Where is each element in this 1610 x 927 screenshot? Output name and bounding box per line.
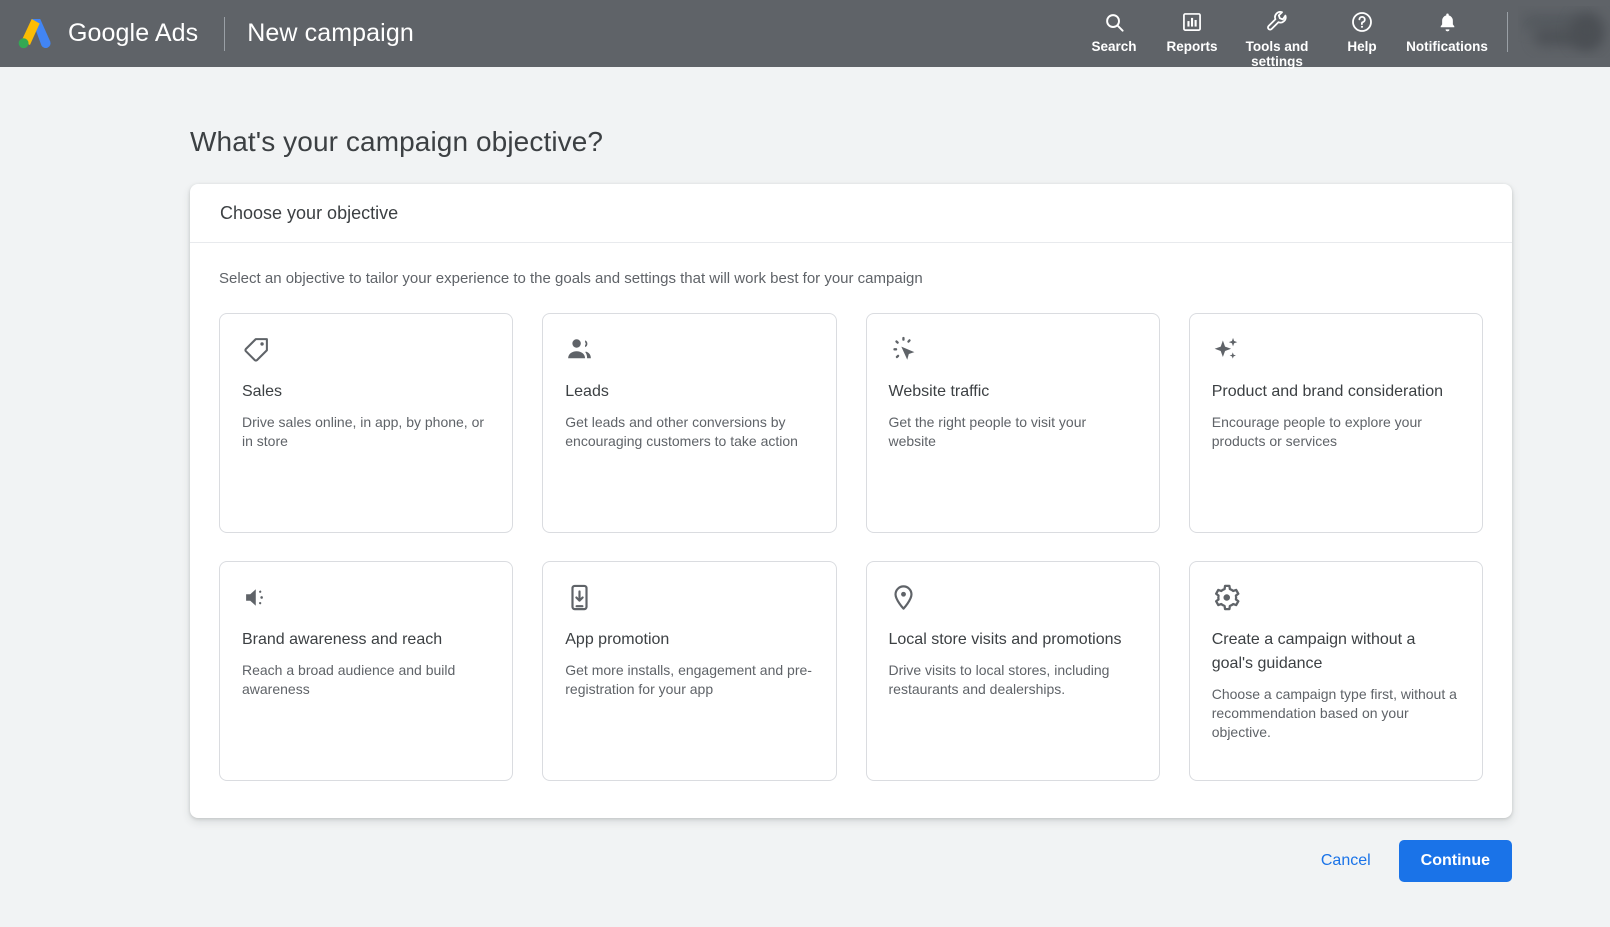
cancel-button[interactable]: Cancel [1305, 842, 1387, 880]
objective-card-description: Get leads and other conversions by encou… [565, 414, 798, 449]
objective-card-local-store-visits[interactable]: Local store visits and promotions Drive … [865, 561, 1160, 781]
page-content: What's your campaign objective? Choose y… [0, 126, 1610, 882]
account-avatar[interactable] [1518, 6, 1610, 58]
search-icon [1103, 8, 1126, 36]
header-actions: Search Reports Tools and settings Help N… [1075, 0, 1610, 69]
map-pin-icon [889, 583, 1137, 613]
speaker-volume-icon [242, 583, 490, 613]
objective-card-no-goal-guidance[interactable]: Create a campaign without a goal's guida… [1188, 561, 1483, 781]
objective-card-description: Get more installs, engagement and pre-re… [565, 662, 812, 697]
objective-card-title: Product and brand consideration [1211, 383, 1444, 400]
header-action-label: Help [1347, 39, 1377, 54]
continue-button[interactable]: Continue [1398, 840, 1512, 882]
header-action-search[interactable]: Search [1075, 4, 1153, 54]
panel-body: Select an objective to tailor your exper… [190, 243, 1512, 818]
panel-title: Choose your objective [220, 202, 399, 223]
objective-card-title: Website traffic [888, 383, 990, 400]
objective-card-description: Drive sales online, in app, by phone, or… [242, 414, 485, 449]
header-action-tools-and-settings[interactable]: Tools and settings [1231, 4, 1323, 69]
header-action-label: Notifications [1406, 39, 1488, 54]
objective-card-description: Encourage people to explore your product… [1211, 414, 1422, 449]
objective-card-description: Drive visits to local stores, including … [888, 662, 1110, 697]
price-tag-icon [242, 335, 490, 365]
panel-subtitle: Select an objective to tailor your exper… [219, 270, 923, 287]
header-action-help[interactable]: Help [1323, 4, 1401, 54]
header-action-label: Search [1091, 39, 1137, 54]
objective-card-sales[interactable]: Sales Drive sales online, in app, by pho… [219, 313, 514, 533]
header-action-notifications[interactable]: Notifications [1401, 4, 1493, 54]
objective-card-website-traffic[interactable]: Website traffic Get the right people to … [865, 313, 1160, 533]
header-page-title: New campaign [247, 19, 414, 47]
objective-grid: Sales Drive sales online, in app, by pho… [219, 313, 1483, 781]
objective-panel: Choose your objective Select an objectiv… [190, 184, 1512, 818]
header-actions-divider [1507, 12, 1508, 52]
sparkles-icon [1212, 335, 1460, 365]
header-action-label: Tools and settings [1245, 39, 1309, 69]
gear-settings-icon [1212, 583, 1460, 613]
footer-actions: Cancel Continue [190, 840, 1512, 882]
objective-card-title: Leads [565, 383, 609, 400]
help-question-circle-icon [1350, 8, 1374, 36]
cursor-click-icon [889, 335, 1137, 365]
panel-header: Choose your objective [190, 184, 1512, 243]
objective-card-title: Create a campaign without a goal's guida… [1211, 631, 1416, 672]
header-divider [224, 16, 226, 51]
header-action-label: Reports [1166, 39, 1218, 54]
phone-download-icon [565, 583, 813, 613]
wrench-tools-icon [1265, 8, 1289, 36]
objective-card-title: Sales [242, 383, 283, 400]
people-group-icon [565, 335, 813, 365]
objective-card-description: Choose a campaign type first, without a … [1211, 686, 1457, 740]
brand-name: Google Ads [68, 19, 199, 47]
objective-card-product-brand-consideration[interactable]: Product and brand consideration Encourag… [1188, 313, 1483, 533]
objective-card-title: Brand awareness and reach [242, 631, 443, 648]
objective-card-description: Reach a broad audience and build awarene… [242, 662, 456, 697]
objective-card-title: App promotion [565, 631, 670, 648]
google-ads-logo-icon [18, 18, 51, 48]
objective-card-app-promotion[interactable]: App promotion Get more installs, engagem… [542, 561, 837, 781]
header-action-reports[interactable]: Reports [1153, 4, 1231, 54]
reports-bar-chart-icon [1181, 8, 1203, 36]
objective-card-description: Get the right people to visit your websi… [888, 414, 1087, 449]
page-title: What's your campaign objective? [190, 126, 604, 157]
objective-card-title: Local store visits and promotions [888, 631, 1122, 648]
objective-card-leads[interactable]: Leads Get leads and other conversions by… [542, 313, 837, 533]
objective-card-brand-awareness[interactable]: Brand awareness and reach Reach a broad … [219, 561, 514, 781]
brand-block[interactable]: Google Ads [14, 15, 198, 53]
bell-notifications-icon [1436, 8, 1459, 36]
app-header: Google Ads New campaign Search Reports T… [0, 0, 1610, 69]
